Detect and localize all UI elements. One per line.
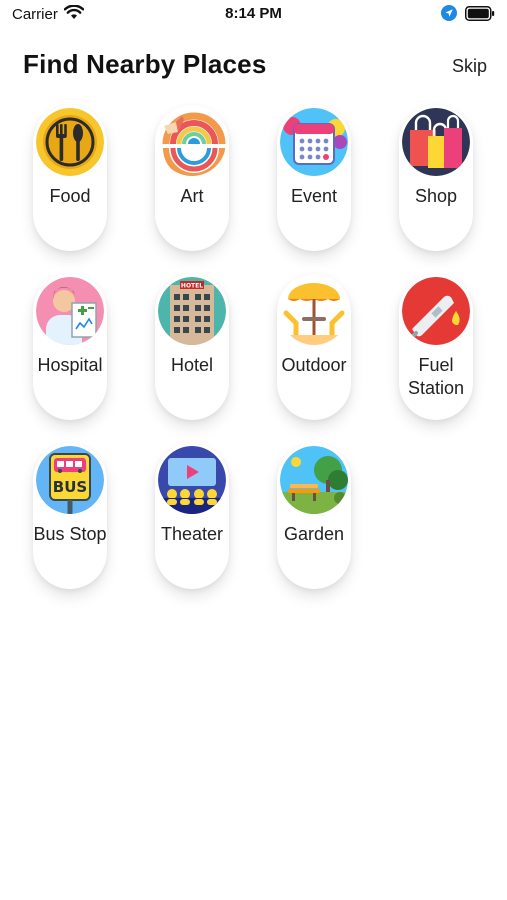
place-card-food[interactable]: Food xyxy=(33,105,107,251)
place-label: Hotel xyxy=(170,355,214,375)
place-label: Event xyxy=(290,186,338,206)
shop-icon xyxy=(402,108,470,176)
garden-icon xyxy=(280,446,348,514)
place-card-theater[interactable]: Theater xyxy=(155,443,229,589)
place-label: Shop xyxy=(414,186,458,206)
place-card-art[interactable]: Art xyxy=(155,105,229,251)
place-label: Fuel Station xyxy=(407,355,465,398)
svg-text:BUS: BUS xyxy=(53,478,87,496)
place-card-garden[interactable]: Garden xyxy=(277,443,351,589)
places-grid: Food Art Event Shop Hospital HOTEL Hotel… xyxy=(0,0,507,900)
place-label: Bus Stop xyxy=(33,524,107,544)
place-card-hospital[interactable]: Hospital xyxy=(33,274,107,420)
place-label: Outdoor xyxy=(281,355,347,375)
hospital-icon xyxy=(36,277,104,345)
place-card-bus-stop[interactable]: BUS Bus Stop xyxy=(33,443,107,589)
event-icon xyxy=(280,108,348,176)
place-label: Theater xyxy=(160,524,224,544)
art-icon xyxy=(158,108,226,176)
place-card-outdoor[interactable]: Outdoor xyxy=(277,274,351,420)
food-icon xyxy=(36,108,104,176)
outdoor-icon xyxy=(280,277,348,345)
svg-text:HOTEL: HOTEL xyxy=(181,283,203,290)
hotel-icon: HOTEL xyxy=(158,277,226,345)
theater-icon xyxy=(158,446,226,514)
place-card-hotel[interactable]: HOTEL Hotel xyxy=(155,274,229,420)
place-card-event[interactable]: Event xyxy=(277,105,351,251)
place-label: Hospital xyxy=(37,355,103,375)
place-card-shop[interactable]: Shop xyxy=(399,105,473,251)
place-label: Art xyxy=(180,186,204,206)
place-card-fuel-station[interactable]: Fuel Station xyxy=(399,274,473,420)
bus-stop-icon: BUS xyxy=(36,446,104,514)
place-label: Food xyxy=(49,186,91,206)
fuel-station-icon xyxy=(402,277,470,345)
place-label: Garden xyxy=(283,524,345,544)
